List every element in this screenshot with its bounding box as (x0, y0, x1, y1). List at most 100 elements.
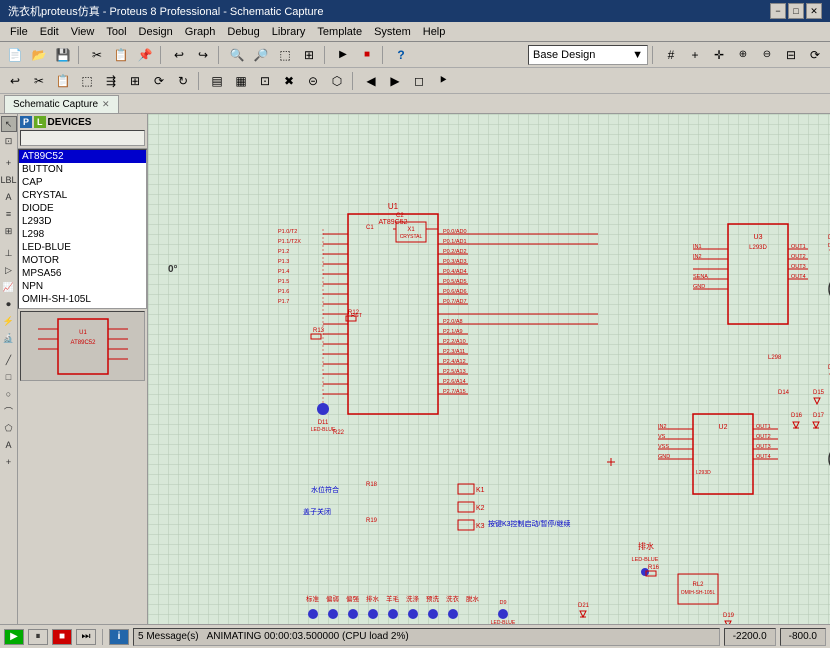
text-tool[interactable]: A (1, 189, 17, 205)
menu-item-help[interactable]: Help (417, 25, 452, 39)
tb2-btn5[interactable]: ⇶ (100, 70, 122, 92)
probe-tool[interactable]: 🔬 (1, 330, 17, 346)
tape-tool[interactable]: ⏺ (1, 296, 17, 312)
tb2-btn3[interactable]: 📋 (52, 70, 74, 92)
schematic-canvas[interactable]: 0° U1 AT89C52 (148, 114, 830, 624)
tb2-btn16[interactable]: ▶ (384, 70, 406, 92)
tb2-btn15[interactable]: ◀ (360, 70, 382, 92)
component-item-button[interactable]: BUTTON (19, 163, 146, 176)
component-item-diode[interactable]: DIODE (19, 202, 146, 215)
component-list[interactable]: AT89C52BUTTONCAPCRYSTALDIODEL293DL298LED… (18, 149, 147, 309)
menu-item-debug[interactable]: Debug (221, 25, 265, 39)
snap-button[interactable]: + (684, 44, 706, 66)
fit-button[interactable]: ⊟ (780, 44, 802, 66)
l-button[interactable]: L (34, 116, 46, 128)
run-sim-button[interactable]: ▶ (332, 44, 354, 66)
zoom-plus-button[interactable]: ⊕ (732, 44, 754, 66)
tb2-btn7[interactable]: ⟳ (148, 70, 170, 92)
line-tool[interactable]: ╱ (1, 352, 17, 368)
pause-button[interactable]: ⏸ (28, 629, 48, 645)
tb2-btn4[interactable]: ⬚ (76, 70, 98, 92)
stop-sim-button[interactable]: ■ (356, 44, 378, 66)
tb2-btn8[interactable]: ↻ (172, 70, 194, 92)
grid-button[interactable]: # (660, 44, 682, 66)
junction-tool[interactable]: + (1, 155, 17, 171)
tb2-btn10[interactable]: ▦ (230, 70, 252, 92)
component-item-motor[interactable]: MOTOR (19, 254, 146, 267)
menu-item-template[interactable]: Template (311, 25, 368, 39)
menu-item-edit[interactable]: Edit (34, 25, 65, 39)
arc-tool[interactable]: ⌒ (1, 403, 17, 419)
component-item-mpsa56[interactable]: MPSA56 (19, 267, 146, 280)
marker-tool[interactable]: + (1, 454, 17, 470)
tb2-btn14[interactable]: ⬡ (326, 70, 348, 92)
component-item-cap[interactable]: CAP (19, 176, 146, 189)
base-design-selector[interactable]: Base Design ▼ (528, 45, 648, 65)
poly-tool[interactable]: ⬠ (1, 420, 17, 436)
component-item-l298[interactable]: L298 (19, 228, 146, 241)
menu-item-tool[interactable]: Tool (100, 25, 132, 39)
close-button[interactable]: ✕ (806, 3, 822, 19)
zoom-in-button[interactable]: 🔍 (226, 44, 248, 66)
component-search[interactable] (20, 130, 145, 146)
menu-item-system[interactable]: System (368, 25, 417, 39)
tab-close-button[interactable]: ✕ (102, 99, 110, 110)
graph-tool[interactable]: 📈 (1, 279, 17, 295)
stop-button[interactable]: ■ (52, 629, 72, 645)
schematic-capture-tab[interactable]: Schematic Capture ✕ (4, 95, 119, 113)
generator-tool[interactable]: ⚡ (1, 313, 17, 329)
play-button[interactable]: ▶ (4, 629, 24, 645)
tb2-btn2[interactable]: ✂ (28, 70, 50, 92)
label-tool[interactable]: LBL (1, 172, 17, 188)
help-button[interactable]: ? (390, 44, 412, 66)
info-button[interactable]: i (109, 629, 129, 645)
menu-item-graph[interactable]: Graph (179, 25, 222, 39)
tb2-btn13[interactable]: ⊝ (302, 70, 324, 92)
component-item-led-blue[interactable]: LED-BLUE (19, 241, 146, 254)
tb2-btn18[interactable]: ⯈ (432, 70, 454, 92)
select-tool[interactable]: ↖ (1, 116, 17, 132)
menu-item-view[interactable]: View (65, 25, 101, 39)
zoom-out-button[interactable]: 🔎 (250, 44, 272, 66)
maximize-button[interactable]: □ (788, 3, 804, 19)
base-design-dropdown-icon[interactable]: ▼ (632, 49, 643, 61)
paste-button[interactable]: 📌 (134, 44, 156, 66)
redo-button[interactable]: ↪ (192, 44, 214, 66)
copy-button[interactable]: 📋 (110, 44, 132, 66)
tb2-btn9[interactable]: ▤ (206, 70, 228, 92)
component-item-crystal[interactable]: CRYSTAL (19, 189, 146, 202)
zoom-area-button[interactable]: ⬚ (274, 44, 296, 66)
component-item-npn[interactable]: NPN (19, 280, 146, 293)
component-item-omih-sh-105l[interactable]: OMIH-SH-105L (19, 293, 146, 306)
zoom-all-button[interactable]: ⊞ (298, 44, 320, 66)
tb2-btn6[interactable]: ⊞ (124, 70, 146, 92)
bus-tool[interactable]: ≡ (1, 206, 17, 222)
subcircuit-tool[interactable]: ⊞ (1, 223, 17, 239)
move-button[interactable]: ✛ (708, 44, 730, 66)
terminal-tool[interactable]: ⊥ (1, 245, 17, 261)
component-tool[interactable]: ⊡ (1, 133, 17, 149)
menu-item-design[interactable]: Design (133, 25, 179, 39)
step-button[interactable]: ⏭ (76, 629, 96, 645)
menu-item-library[interactable]: Library (266, 25, 312, 39)
component-item-l293d[interactable]: L293D (19, 215, 146, 228)
tb2-btn1[interactable]: ↩ (4, 70, 26, 92)
new-button[interactable]: 📄 (4, 44, 26, 66)
p-button[interactable]: P (20, 116, 32, 128)
tb2-btn11[interactable]: ⊡ (254, 70, 276, 92)
component-item-at89c52[interactable]: AT89C52 (19, 150, 146, 163)
box-tool[interactable]: □ (1, 369, 17, 385)
tb2-btn17[interactable]: ◻ (408, 70, 430, 92)
open-button[interactable]: 📂 (28, 44, 50, 66)
symbol-tool[interactable]: A (1, 437, 17, 453)
component-item-res[interactable]: RES (19, 306, 146, 309)
cut-button[interactable]: ✂ (86, 44, 108, 66)
minimize-button[interactable]: − (770, 3, 786, 19)
tb2-btn12[interactable]: ✖ (278, 70, 300, 92)
circle-tool[interactable]: ○ (1, 386, 17, 402)
save-button[interactable]: 💾 (52, 44, 74, 66)
undo-button[interactable]: ↩ (168, 44, 190, 66)
port-tool[interactable]: ▷ (1, 262, 17, 278)
refresh-button[interactable]: ⟳ (804, 44, 826, 66)
menu-item-file[interactable]: File (4, 25, 34, 39)
